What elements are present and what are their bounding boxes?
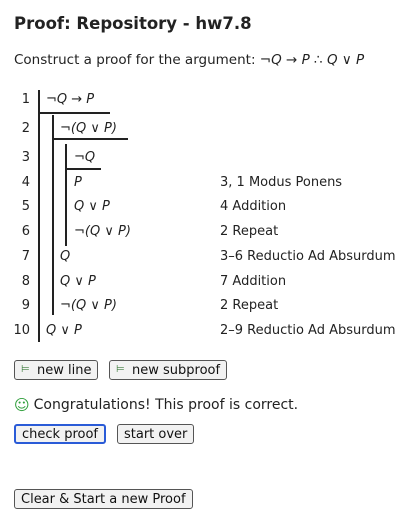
justification[interactable]: 2 Repeat xyxy=(220,298,278,313)
subproof-bar-inner xyxy=(65,144,67,246)
subproof-bar-outer xyxy=(52,115,54,315)
subproof-assumption-underline-inner xyxy=(65,168,101,170)
formula[interactable]: Q ∨ P xyxy=(60,274,96,289)
line-number: 9 xyxy=(21,298,30,313)
add-line-icon: ⊨ xyxy=(21,364,30,375)
premise-underline xyxy=(38,112,110,114)
formula[interactable]: ¬(Q ∨ P) xyxy=(74,224,131,239)
new-line-label: new line xyxy=(37,362,92,378)
new-subproof-label: new subproof xyxy=(132,362,221,378)
clear-new-proof-button[interactable]: Clear & Start a new Proof xyxy=(14,489,193,509)
formula[interactable]: Q ∨ P xyxy=(46,323,82,338)
formula[interactable]: P xyxy=(74,175,82,190)
formula[interactable]: ¬Q → P xyxy=(46,92,94,107)
formula[interactable]: ¬(Q ∨ P) xyxy=(60,121,117,136)
line-number: 7 xyxy=(21,249,30,264)
status-message: ☺ Congratulations! This proof is correct… xyxy=(14,396,298,414)
check-proof-button[interactable]: check proof xyxy=(14,424,106,444)
justification[interactable]: 3, 1 Modus Ponens xyxy=(220,175,342,190)
justification[interactable]: 3–6 Reductio Ad Absurdum xyxy=(220,249,396,264)
status-text: Congratulations! This proof is correct. xyxy=(33,397,299,413)
justification[interactable]: 7 Addition xyxy=(220,274,286,289)
proof-area: 1 2 3 4 5 6 7 8 9 10 ¬Q → P ¬(Q ∨ P) ¬Q … xyxy=(0,88,408,348)
formula[interactable]: ¬Q xyxy=(74,150,95,165)
justification[interactable]: 4 Addition xyxy=(220,199,286,214)
prompt-prefix: Construct a proof for the argument: xyxy=(14,52,260,68)
formula[interactable]: ¬(Q ∨ P) xyxy=(60,298,117,313)
formula[interactable]: Q xyxy=(60,249,70,264)
smiley-icon: ☺ xyxy=(14,396,30,414)
justification[interactable]: 2 Repeat xyxy=(220,224,278,239)
line-number: 6 xyxy=(21,224,30,239)
line-number: 5 xyxy=(21,199,30,214)
start-over-button[interactable]: start over xyxy=(117,424,195,444)
line-number: 3 xyxy=(21,150,30,165)
line-number: 1 xyxy=(21,92,30,107)
formula[interactable]: Q ∨ P xyxy=(74,199,110,214)
line-number: 4 xyxy=(21,175,30,190)
subproof-assumption-underline-outer xyxy=(52,138,128,140)
justification[interactable]: 2–9 Reductio Ad Absurdum xyxy=(220,323,396,338)
main-proof-bar xyxy=(38,90,40,342)
page-title: Proof: Repository - hw7.8 xyxy=(14,14,252,33)
line-number: 2 xyxy=(21,121,30,136)
argument-prompt: Construct a proof for the argument: ¬Q →… xyxy=(14,52,364,68)
add-subproof-icon: ⊨ xyxy=(116,364,125,375)
new-subproof-button[interactable]: ⊨ new subproof xyxy=(109,360,228,380)
argument-formula: ¬Q → P ∴ Q ∨ P xyxy=(259,52,365,68)
line-number: 8 xyxy=(21,274,30,289)
line-number: 10 xyxy=(13,323,30,338)
new-line-button[interactable]: ⊨ new line xyxy=(14,360,99,380)
